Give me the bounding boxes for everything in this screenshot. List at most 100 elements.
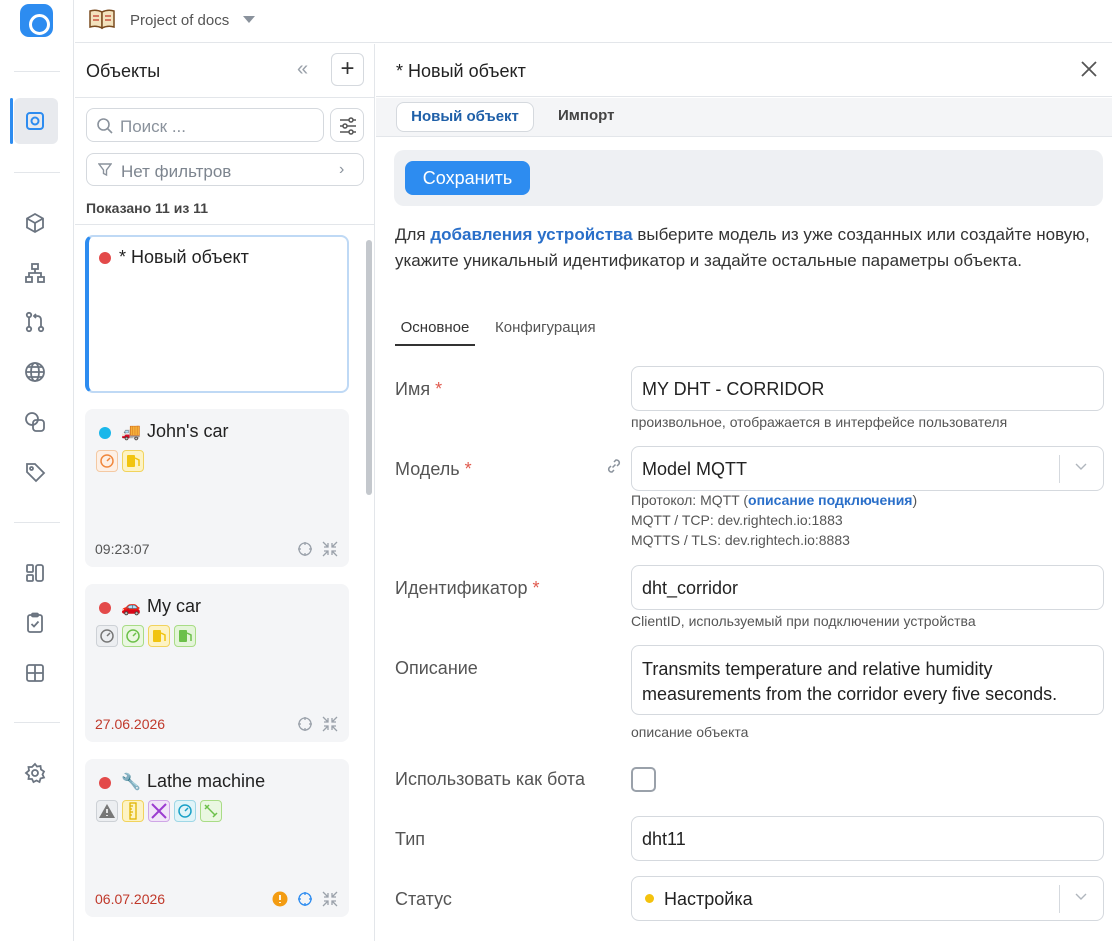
rail-divider — [14, 722, 60, 723]
project-dropdown-caret-icon[interactable] — [243, 16, 255, 23]
tools-icon — [148, 800, 170, 822]
project-name[interactable]: Project of docs — [130, 12, 229, 29]
app-logo[interactable] — [20, 4, 53, 37]
tab-import[interactable]: Импорт — [558, 107, 614, 124]
shown-count: Показано 11 из 11 — [86, 200, 208, 216]
intro-prefix: Для — [395, 225, 431, 244]
type-label: Тип — [395, 829, 426, 849]
model-hint: Протокол: MQTT (описание подключения) MQ… — [631, 490, 917, 550]
editor-title: * Новый объект — [396, 61, 526, 81]
name-value: MY DHT - CORRIDOR — [642, 379, 825, 399]
rail-divider — [14, 522, 60, 523]
add-device-link[interactable]: добавления устройства — [430, 225, 632, 244]
mqtts-tls-hint: MQTTS / TLS: dev.rightech.io:8883 — [631, 532, 850, 548]
speedometer-icon — [96, 450, 118, 472]
globe-icon[interactable] — [24, 361, 46, 383]
object-name: My car — [147, 596, 201, 616]
app-rail — [0, 0, 74, 941]
fuel-green-icon — [174, 625, 196, 647]
status-dot — [99, 427, 111, 439]
save-toolbar: Сохранить — [394, 150, 1103, 206]
object-card[interactable]: 🚚 John's car 09:23:07 — [85, 409, 349, 567]
close-icon[interactable] — [1078, 58, 1100, 80]
chevron-right-icon: › — [339, 161, 345, 178]
required-mark: * — [464, 459, 472, 479]
select-divider — [1059, 455, 1060, 483]
objects-panel-title: Объекты — [86, 61, 161, 81]
name-input[interactable]: MY DHT - CORRIDOR — [631, 366, 1104, 411]
funnel-icon — [98, 163, 112, 177]
filter-settings-button[interactable] — [330, 108, 364, 142]
bot-label: Использовать как бота — [395, 769, 585, 789]
grid-icon[interactable] — [24, 662, 46, 684]
scenarios-icon[interactable] — [24, 311, 46, 333]
warning-icon — [96, 800, 118, 822]
subtab-configuration[interactable]: Конфигурация — [495, 319, 596, 336]
dashboard-icon[interactable] — [24, 562, 46, 584]
connection-docs-link[interactable]: описание подключения — [748, 492, 912, 508]
objects-icon[interactable] — [24, 110, 46, 132]
collapse-arrows-icon[interactable] — [322, 716, 338, 732]
plug-icon — [200, 800, 222, 822]
objects-panel: Объекты « + Поиск ... Нет фильтров › Пок… — [75, 44, 375, 941]
use-as-bot-checkbox[interactable] — [631, 767, 656, 792]
collapse-arrows-icon[interactable] — [322, 541, 338, 557]
hierarchy-icon[interactable] — [24, 262, 46, 284]
name-label: Имя * — [395, 379, 442, 400]
tag-icon[interactable] — [24, 461, 46, 483]
book-icon — [89, 9, 115, 30]
search-input[interactable]: Поиск ... — [86, 108, 324, 142]
select-divider — [1059, 885, 1060, 913]
ruler-icon — [122, 800, 144, 822]
locate-icon[interactable] — [297, 541, 313, 557]
wrench-icon: 🔧 — [121, 774, 141, 791]
type-value: dht11 — [642, 829, 686, 849]
add-object-button[interactable]: + — [331, 53, 364, 86]
link-icon[interactable] — [605, 457, 623, 475]
object-card[interactable]: * Новый объект — [85, 235, 349, 393]
model-label-text: Модель — [395, 459, 460, 479]
tasks-icon[interactable] — [24, 612, 46, 634]
locate-icon[interactable] — [297, 716, 313, 732]
type-input[interactable]: dht11 — [631, 816, 1104, 861]
subtab-main[interactable]: Основное — [395, 319, 475, 346]
status-select[interactable]: Настройка — [631, 876, 1104, 921]
object-name: * Новый объект — [119, 247, 249, 267]
chevron-down-icon — [1075, 893, 1087, 900]
object-editor: * Новый объект Новый объект Импорт Сохра… — [376, 44, 1112, 941]
alert-icon[interactable] — [272, 891, 288, 907]
object-card[interactable]: 🔧 Lathe machine 06.07.2026 — [85, 759, 349, 917]
description-hint: описание объекта — [631, 724, 749, 740]
rail-divider — [14, 172, 60, 173]
save-button[interactable]: Сохранить — [405, 161, 530, 195]
status-indicator-dot — [645, 894, 654, 903]
models-icon[interactable] — [24, 212, 46, 234]
model-value: Model MQTT — [642, 459, 748, 479]
description-textarea[interactable]: Transmits temperature and relative humid… — [631, 645, 1104, 715]
required-mark: * — [435, 379, 443, 399]
description-label: Описание — [395, 658, 478, 678]
object-timestamp: 09:23:07 — [95, 541, 150, 557]
object-card[interactable]: 🚗 My car 27.06.2026 — [85, 584, 349, 742]
object-timestamp: 27.06.2026 — [95, 716, 166, 732]
identifier-input[interactable]: dht_corridor — [631, 565, 1104, 610]
settings-gear-icon[interactable] — [24, 762, 46, 784]
geofence-icon[interactable] — [24, 411, 46, 433]
identifier-hint: ClientID, используемый при подключении у… — [631, 613, 976, 629]
object-badges — [96, 625, 200, 647]
truck-icon: 🚚 — [121, 424, 141, 441]
search-icon — [97, 118, 113, 134]
collapse-panel-icon[interactable]: « — [297, 59, 317, 80]
list-scrollbar[interactable] — [366, 240, 372, 495]
collapse-arrows-icon[interactable] — [322, 891, 338, 907]
rail-divider — [14, 71, 60, 72]
required-mark: * — [532, 578, 540, 598]
tab-new-object[interactable]: Новый объект — [396, 102, 534, 132]
locate-icon[interactable] — [297, 891, 313, 907]
status-value: Настройка — [664, 889, 753, 909]
model-label: Модель * — [395, 459, 472, 480]
filters-selector[interactable]: Нет фильтров › — [86, 153, 364, 186]
car-icon: 🚗 — [121, 599, 141, 616]
editor-tabs: Новый объект Импорт — [376, 98, 1112, 137]
model-select[interactable]: Model MQTT — [631, 446, 1104, 491]
